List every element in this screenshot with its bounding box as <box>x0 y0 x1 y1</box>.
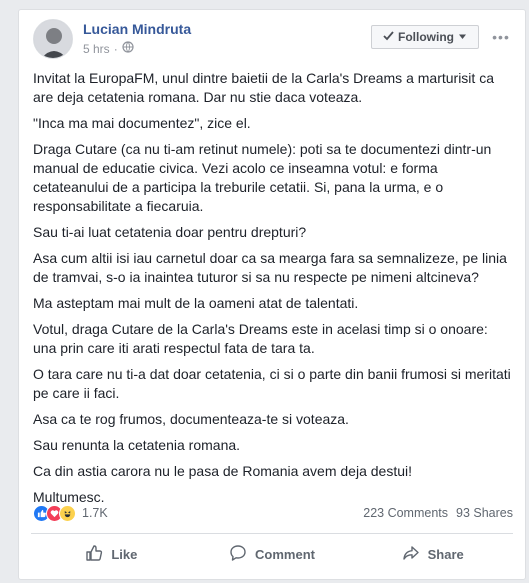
following-label: Following <box>398 30 454 44</box>
comment-label: Comment <box>255 546 315 562</box>
haha-reaction-icon <box>59 504 76 522</box>
more-options-icon[interactable]: ••• <box>489 25 513 49</box>
post-time[interactable]: 5 hrs <box>83 42 110 56</box>
thumbs-up-icon <box>85 544 103 565</box>
post-stats: 1.7K 223 Comments 93 Shares <box>33 503 513 523</box>
post-paragraph: Draga Cutare (ca nu ti-am retinut numele… <box>33 141 492 214</box>
post-paragraph: O tara care nu ti-a dat doar cetatenia, … <box>33 366 511 401</box>
reactions-summary[interactable]: 1.7K <box>33 504 108 522</box>
share-label: Share <box>427 546 464 562</box>
post-actions: Like Comment Share <box>31 538 513 570</box>
post-paragraph: Sau renunta la cetatenia romana. <box>33 437 241 453</box>
post-paragraph: Asa cum altii isi iau carnetul doar ca s… <box>33 250 507 285</box>
like-label: Like <box>111 546 138 562</box>
post-paragraph: Asa ca te rog frumos, documenteaza-te si… <box>33 411 349 427</box>
author-avatar[interactable] <box>33 19 73 59</box>
check-icon <box>383 30 394 44</box>
divider <box>31 533 513 534</box>
post-paragraph: "Inca ma mai documentez", zice el. <box>33 115 251 131</box>
shares-count[interactable]: 93 Shares <box>456 506 513 520</box>
comment-bubble-icon <box>229 544 247 565</box>
post-body: Invitat la EuropaFM, unul dintre baietii… <box>33 69 513 514</box>
following-button[interactable]: Following <box>371 25 479 49</box>
reaction-count: 1.7K <box>82 506 108 520</box>
post-paragraph: Sau ti-ai luat cetatenia doar pentru dre… <box>33 224 307 240</box>
comments-count[interactable]: 223 Comments <box>363 506 448 520</box>
caret-down-icon <box>458 30 467 44</box>
post-paragraph: Votul, draga Cutare de la Carla's Dreams… <box>33 321 488 356</box>
globe-icon <box>122 41 134 56</box>
share-arrow-icon <box>402 544 420 565</box>
post-paragraph: Invitat la EuropaFM, unul dintre baietii… <box>33 70 494 105</box>
author-name[interactable]: Lucian Mindruta <box>83 21 191 37</box>
post-meta: 5 hrs · <box>83 41 134 56</box>
like-button[interactable]: Like <box>31 538 192 570</box>
comment-button[interactable]: Comment <box>192 538 353 570</box>
post-header: Lucian Mindruta 5 hrs · Following ••• <box>33 19 513 63</box>
post-paragraph: Ma asteptam mai mult de la oameni atat d… <box>33 295 359 311</box>
share-button[interactable]: Share <box>352 538 513 570</box>
post-card: Lucian Mindruta 5 hrs · Following ••• In… <box>18 9 526 580</box>
post-paragraph: Ca din astia carora nu le pasa de Romani… <box>33 463 412 479</box>
